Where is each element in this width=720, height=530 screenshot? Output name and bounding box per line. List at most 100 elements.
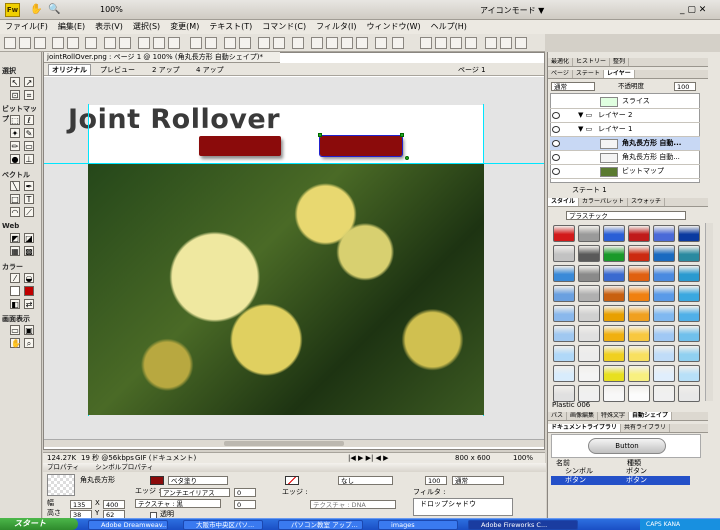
layer-row-shape-2[interactable]: 角丸長方形 自動...	[550, 151, 700, 165]
style-swatch[interactable]	[628, 265, 650, 282]
style-swatch[interactable]	[653, 325, 675, 342]
task-school[interactable]: パソコン教室 アップ...	[278, 520, 363, 530]
menu-filters[interactable]: フィルタ(I)	[311, 20, 361, 33]
library-row[interactable]: シンボル ボタン	[551, 467, 701, 476]
style-swatch[interactable]	[603, 345, 625, 362]
tab-shared-library[interactable]: 共有ライブラリ	[621, 424, 671, 432]
style-swatch[interactable]	[603, 265, 625, 282]
pen-icon[interactable]: ✒	[24, 181, 34, 191]
eye-icon[interactable]	[552, 112, 560, 119]
rotate-left-icon[interactable]	[311, 37, 323, 49]
tab-special-chars[interactable]: 特殊文字	[598, 412, 630, 420]
edge-select[interactable]: アンチエイリアス	[160, 488, 230, 497]
style-swatch[interactable]	[578, 345, 600, 362]
view-original-tab[interactable]: オリジナル	[48, 64, 91, 76]
document-tab[interactable]: jointRollOver.png : ページ 1 @ 100% (角丸長方形 …	[44, 52, 280, 63]
menu-text[interactable]: テキスト(T)	[204, 20, 257, 33]
style-swatch[interactable]	[553, 225, 575, 242]
style-swatch[interactable]	[553, 385, 575, 402]
style-swatch[interactable]	[553, 245, 575, 262]
style-swatch[interactable]	[603, 325, 625, 342]
style-swatch[interactable]	[678, 285, 700, 302]
layers-toggle-icon[interactable]	[465, 37, 477, 49]
rose-photo[interactable]	[88, 164, 484, 415]
split-icon[interactable]	[239, 37, 251, 49]
style-swatch[interactable]	[653, 365, 675, 382]
rotate-right-icon[interactable]	[326, 37, 338, 49]
cut-icon[interactable]	[138, 37, 150, 49]
crop-icon[interactable]: ⌗	[24, 90, 34, 100]
align-icon[interactable]	[292, 37, 304, 49]
view-2up-tab[interactable]: 2 アップ	[152, 65, 180, 75]
style-swatch[interactable]	[603, 305, 625, 322]
style-swatch[interactable]	[603, 225, 625, 242]
info-toggle-icon[interactable]	[515, 37, 527, 49]
style-swatch[interactable]	[628, 225, 650, 242]
properties-tab[interactable]: プロパティ	[47, 463, 79, 471]
task-browser[interactable]: 大阪市中央区パソ...	[183, 520, 263, 530]
x-field[interactable]: 400	[103, 500, 125, 509]
opacity-field[interactable]: 100	[425, 476, 447, 485]
symbol-icon[interactable]	[420, 37, 432, 49]
eraser-icon[interactable]: ▭	[24, 141, 34, 151]
flip-v-icon[interactable]	[356, 37, 368, 49]
style-swatch[interactable]	[653, 305, 675, 322]
hand-icon[interactable]: ✋	[30, 4, 42, 16]
style-swatch[interactable]	[628, 285, 650, 302]
view-4up-tab[interactable]: 4 アップ	[196, 65, 224, 75]
ungroup-icon[interactable]	[205, 37, 217, 49]
style-swatch[interactable]	[603, 245, 625, 262]
style-swatch[interactable]	[553, 285, 575, 302]
style-swatch[interactable]	[578, 305, 600, 322]
copy-icon[interactable]	[153, 37, 165, 49]
selection-handle[interactable]	[405, 156, 409, 160]
menu-file[interactable]: ファイル(F)	[0, 20, 53, 33]
system-tray[interactable]: CAPS KANA	[640, 519, 720, 530]
line-icon[interactable]: ╲	[10, 181, 20, 191]
magic-wand-icon[interactable]: ✦	[10, 128, 20, 138]
tab-color-palette[interactable]: カラーパレット	[579, 198, 628, 206]
panel-icon[interactable]	[450, 37, 462, 49]
view-preview-tab[interactable]: プレビュー	[100, 65, 135, 75]
style-swatch[interactable]	[578, 325, 600, 342]
style-swatch[interactable]	[628, 325, 650, 342]
filters-list[interactable]: ドロップシャドウ	[413, 498, 513, 516]
tab-path[interactable]: パス	[548, 412, 568, 420]
style-swatch[interactable]	[553, 325, 575, 342]
style-swatch[interactable]	[603, 365, 625, 382]
style-swatch[interactable]	[553, 365, 575, 382]
stroke-color-swatch[interactable]	[10, 286, 20, 296]
layout-icon[interactable]	[435, 37, 447, 49]
lasso-icon[interactable]: ℓ	[24, 115, 34, 125]
style-swatch[interactable]	[553, 345, 575, 362]
style-swatch[interactable]	[653, 385, 675, 402]
style-swatch[interactable]	[578, 285, 600, 302]
stroke-type-select[interactable]: なし	[338, 476, 393, 485]
library-toggle-icon[interactable]	[500, 37, 512, 49]
tab-optimize[interactable]: 最適化	[548, 58, 574, 66]
tab-styles[interactable]: スタイル	[548, 198, 580, 206]
menu-commands[interactable]: コマンド(C)	[257, 20, 311, 33]
tab-pages[interactable]: ページ	[548, 70, 573, 78]
tab-image-edit[interactable]: 画像編集	[567, 412, 599, 420]
style-set-select[interactable]: プラスチック	[566, 211, 686, 220]
eye-icon[interactable]	[552, 168, 560, 175]
eyedropper-icon[interactable]: ⁄	[10, 273, 20, 283]
style-swatch[interactable]	[653, 245, 675, 262]
symbol-properties-tab[interactable]: シンボルプロパティ	[95, 463, 153, 471]
style-swatch[interactable]	[678, 325, 700, 342]
horizontal-scrollbar[interactable]	[44, 439, 544, 447]
properties-toggle-icon[interactable]	[485, 37, 497, 49]
style-swatch[interactable]	[678, 305, 700, 322]
style-swatch[interactable]	[628, 245, 650, 262]
style-swatch[interactable]	[603, 285, 625, 302]
library-row-selected[interactable]: ボタン ボタン	[551, 476, 690, 485]
tab-auto-shapes[interactable]: 自動シェイプ	[629, 412, 673, 420]
selection-handle[interactable]	[318, 133, 322, 137]
zoom-level[interactable]: 100%	[100, 5, 123, 14]
group-icon[interactable]	[190, 37, 202, 49]
eye-icon[interactable]	[552, 154, 560, 161]
frame-controls[interactable]: |◀ ▶ ▶| ◀ ▶	[348, 453, 389, 463]
rectangle-icon[interactable]: □	[10, 194, 20, 204]
tab-document-library[interactable]: ドキュメントライブラリ	[548, 424, 622, 432]
